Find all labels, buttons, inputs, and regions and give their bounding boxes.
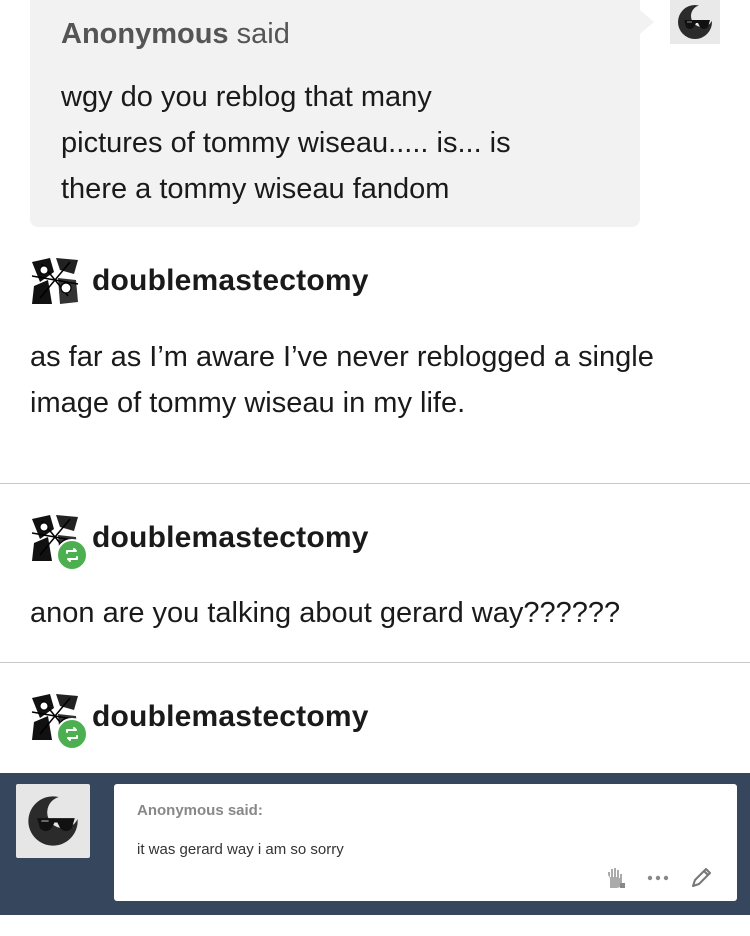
ask-question-line: pictures of tommy wiseau..... is... is (61, 127, 511, 159)
post-username[interactable]: doublemastectomy (92, 700, 369, 734)
post-header: doublemastectomy (30, 513, 369, 571)
anonymous-avatar[interactable] (16, 784, 90, 858)
ask-card-actions (603, 866, 713, 890)
said-label: said (236, 18, 290, 50)
post-body: as far as I’m aware I’ve never reblogged… (30, 334, 730, 426)
anonymous-sunglasses-icon (678, 5, 713, 39)
ask-question-line: there a tommy wiseau fandom (61, 173, 450, 205)
anonymous-sunglasses-icon (28, 796, 80, 846)
user-avatar[interactable] (30, 256, 80, 306)
post-header: doublemastectomy (30, 692, 369, 750)
post-divider (0, 662, 750, 663)
ask-header: Anonymous said (61, 14, 610, 54)
post-username[interactable]: doublemastectomy (92, 521, 369, 555)
reblog-icon (56, 539, 88, 571)
ask-question: wgy do you reblog that many pictures of … (61, 74, 610, 212)
more-icon[interactable] (647, 874, 669, 882)
hand-icon[interactable] (603, 866, 627, 890)
ask-bubble: Anonymous said wgy do you reblog that ma… (30, 0, 654, 227)
asker-name: Anonymous (61, 18, 229, 50)
post-body: anon are you talking about gerard way???… (30, 590, 730, 636)
reblog-icon (56, 718, 88, 750)
user-avatar[interactable] (30, 692, 88, 750)
edit-icon[interactable] (689, 866, 713, 890)
user-avatar[interactable] (30, 513, 88, 571)
anonymous-avatar[interactable] (670, 0, 720, 44)
dashboard-ask-panel: Anonymous said: it was gerard way i am s… (0, 773, 750, 915)
manga-avatar-icon (30, 256, 80, 306)
post-username[interactable]: doublemastectomy (92, 264, 369, 298)
post-divider (0, 483, 750, 484)
ask-card-asker: Anonymous said: (137, 802, 263, 819)
ask-card: Anonymous said: it was gerard way i am s… (114, 784, 737, 901)
post-text-line: as far as I’m aware I’ve never reblogged… (30, 341, 654, 373)
post-header: doublemastectomy (30, 256, 369, 306)
post-text-line: anon are you talking about gerard way???… (30, 597, 621, 629)
ask-card-question: it was gerard way i am so sorry (137, 841, 344, 858)
post-text-line: image of tommy wiseau in my life. (30, 387, 466, 419)
ask-question-line: wgy do you reblog that many (61, 81, 432, 113)
